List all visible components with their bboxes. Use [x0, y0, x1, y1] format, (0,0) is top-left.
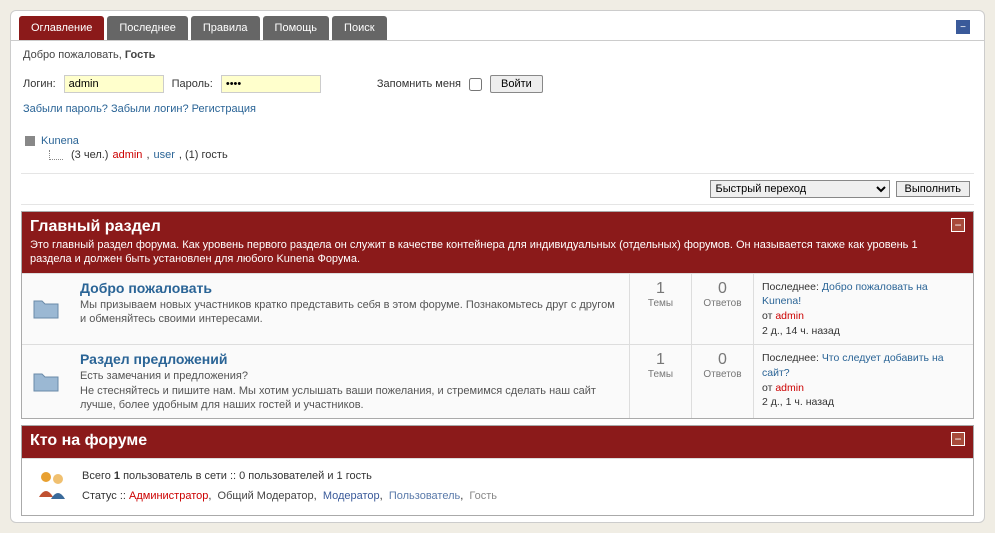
- forum-row: Раздел предложений Есть замечания и пред…: [22, 344, 973, 418]
- folder-icon: [22, 274, 70, 345]
- tab-recent[interactable]: Последнее: [107, 16, 188, 40]
- auth-links: Забыли пароль? Забыли логин? Регистрация: [11, 99, 984, 125]
- login-input[interactable]: [64, 75, 164, 93]
- folder-icon: [22, 345, 70, 418]
- forum-topics: 1 Темы: [629, 345, 691, 418]
- quick-jump: Быстрый переход Выполнить: [21, 173, 974, 205]
- tab-index[interactable]: Оглавление: [19, 16, 104, 40]
- register-link[interactable]: Регистрация: [192, 103, 256, 115]
- login-form: Логин: Пароль: Запомнить меня Войти: [11, 69, 984, 99]
- login-label: Логин:: [23, 78, 56, 90]
- forum-replies: 0 Ответов: [691, 274, 753, 345]
- main-section: Главный раздел Это главный раздел форума…: [21, 211, 974, 419]
- section-title: Главный раздел: [30, 218, 945, 236]
- people-icon: [32, 467, 72, 507]
- collapse-section-icon[interactable]: −: [951, 218, 965, 232]
- quick-jump-select[interactable]: Быстрый переход: [710, 180, 890, 198]
- online-user-user[interactable]: user: [154, 149, 175, 161]
- who-online-count: Всего 1 пользователь в сети :: 0 пользов…: [82, 467, 963, 487]
- who-title: Кто на форуме: [30, 432, 945, 450]
- remember-label: Запомнить меня: [377, 78, 461, 90]
- online-user-admin[interactable]: admin: [112, 149, 142, 161]
- forum-desc: Есть замечания и предложения? Не стесняй…: [80, 369, 619, 412]
- last-post-author[interactable]: admin: [775, 310, 804, 322]
- collapse-header-icon[interactable]: −: [956, 20, 970, 34]
- forum-title-link[interactable]: Раздел предложений: [80, 351, 227, 367]
- remember-checkbox[interactable]: [469, 78, 482, 91]
- forum-last-post: Последнее: Что следует добавить на сайт?…: [753, 345, 973, 418]
- forgot-password-link[interactable]: Забыли пароль?: [23, 103, 108, 115]
- forgot-login-link[interactable]: Забыли логин?: [111, 103, 189, 115]
- last-post-author[interactable]: admin: [775, 382, 804, 394]
- collapse-who-icon[interactable]: −: [951, 432, 965, 446]
- welcome-text: Добро пожаловать, Гость: [11, 40, 984, 69]
- forum-desc: Мы призываем новых участников кратко пре…: [80, 298, 619, 327]
- tab-search[interactable]: Поиск: [332, 16, 386, 40]
- forum-topics: 1 Темы: [629, 274, 691, 345]
- last-post-time: 2 д., 1 ч. назад: [762, 396, 834, 408]
- password-label: Пароль:: [172, 78, 213, 90]
- tab-rules[interactable]: Правила: [191, 16, 260, 40]
- breadcrumb-root[interactable]: Kunena: [41, 135, 79, 147]
- forum-row: Добро пожаловать Мы призываем новых учас…: [22, 273, 973, 345]
- breadcrumb-icon: [25, 136, 35, 146]
- forum-last-post: Последнее: Добро пожаловать на Kunena! о…: [753, 274, 973, 345]
- forum-replies: 0 Ответов: [691, 345, 753, 418]
- last-post-time: 2 д., 14 ч. назад: [762, 325, 840, 337]
- main-tabs: Оглавление Последнее Правила Помощь Поис…: [11, 11, 984, 40]
- tab-help[interactable]: Помощь: [263, 16, 330, 40]
- tree-icon: [49, 150, 63, 160]
- section-desc: Это главный раздел форума. Как уровень п…: [30, 238, 945, 267]
- who-status-legend: Статус :: Администратор, Общий Модератор…: [82, 487, 963, 507]
- password-input[interactable]: [221, 75, 321, 93]
- breadcrumb: Kunena (3 чел.) admin , user , (1) гость: [21, 129, 974, 167]
- forum-title-link[interactable]: Добро пожаловать: [80, 280, 212, 296]
- who-online-section: Кто на форуме − Всего 1 пользователь в с…: [21, 425, 974, 516]
- quick-jump-button[interactable]: Выполнить: [896, 181, 970, 197]
- login-button[interactable]: Войти: [490, 75, 543, 93]
